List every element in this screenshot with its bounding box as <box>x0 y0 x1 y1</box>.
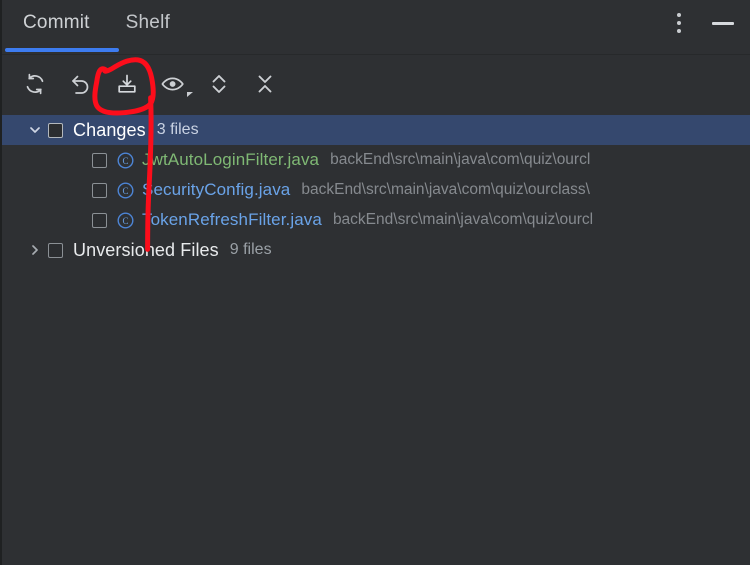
file-name: JwtAutoLoginFilter.java <box>142 150 320 169</box>
minimize-button[interactable] <box>708 8 738 38</box>
refresh-icon <box>23 72 47 96</box>
java-class-icon: C <box>117 211 134 229</box>
window-controls <box>664 8 738 38</box>
active-tab-indicator <box>5 48 119 52</box>
file-path: backEnd\src\main\java\com\quiz\ourcl <box>332 211 594 228</box>
update-project-button[interactable] <box>112 69 142 99</box>
chevron-expand-icon <box>208 72 230 96</box>
chevron-right-icon[interactable] <box>24 239 46 261</box>
tree-group-changes[interactable]: Changes 3 files <box>2 115 750 145</box>
download-tray-icon <box>115 72 139 96</box>
rollback-arrow-icon <box>69 72 93 96</box>
tree-group-unversioned-files[interactable]: Unversioned Files 9 files <box>2 235 750 265</box>
eye-icon <box>160 72 186 96</box>
file-name: TokenRefreshFilter.java <box>142 210 322 229</box>
tab-commit-label: Commit <box>23 12 90 33</box>
collapse-all-button[interactable] <box>250 69 280 99</box>
group-label: Changes <box>73 119 146 140</box>
chevron-collapse-icon <box>254 72 276 96</box>
svg-text:C: C <box>122 186 128 196</box>
tab-bar: Commit Shelf <box>2 0 750 55</box>
minimize-icon <box>712 21 734 25</box>
file-checkbox[interactable] <box>92 212 107 228</box>
refresh-button[interactable] <box>20 69 50 99</box>
options-menu-button[interactable] <box>664 8 694 38</box>
chevron-down-icon <box>187 92 193 97</box>
tab-commit[interactable]: Commit <box>5 0 108 34</box>
tab-shelf[interactable]: Shelf <box>108 0 188 34</box>
chevron-down-icon[interactable] <box>24 119 46 141</box>
group-checkbox[interactable] <box>48 122 63 138</box>
group-checkbox[interactable] <box>48 242 63 258</box>
tab-shelf-label: Shelf <box>125 12 170 33</box>
java-class-icon: C <box>117 151 134 169</box>
file-checkbox[interactable] <box>92 152 107 168</box>
file-checkbox[interactable] <box>92 182 107 198</box>
file-path: backEnd\src\main\java\com\quiz\ourcl <box>330 151 591 168</box>
group-file-count: 9 files <box>229 241 272 258</box>
show-diff-button[interactable] <box>158 69 193 99</box>
svg-text:C: C <box>122 156 128 166</box>
java-class-icon: C <box>117 181 134 199</box>
commit-tool-window: Commit Shelf Changes 3 files C JwtAutoLo… <box>0 0 750 565</box>
file-name: SecurityConfig.java <box>142 180 291 199</box>
commit-toolbar <box>2 55 750 113</box>
group-file-count: 3 files <box>156 121 199 138</box>
table-row[interactable]: C JwtAutoLoginFilter.java backEnd\src\ma… <box>2 145 750 175</box>
table-row[interactable]: C TokenRefreshFilter.java backEnd\src\ma… <box>2 205 750 235</box>
more-vertical-icon <box>677 13 681 33</box>
changes-tree: Changes 3 files C JwtAutoLoginFilter.jav… <box>2 113 750 265</box>
group-label: Unversioned Files <box>73 239 219 260</box>
svg-text:C: C <box>122 216 128 226</box>
table-row[interactable]: C SecurityConfig.java backEnd\src\main\j… <box>2 175 750 205</box>
file-path: backEnd\src\main\java\com\quiz\ourclass\ <box>301 181 590 198</box>
expand-all-button[interactable] <box>204 69 234 99</box>
rollback-button[interactable] <box>66 69 96 99</box>
